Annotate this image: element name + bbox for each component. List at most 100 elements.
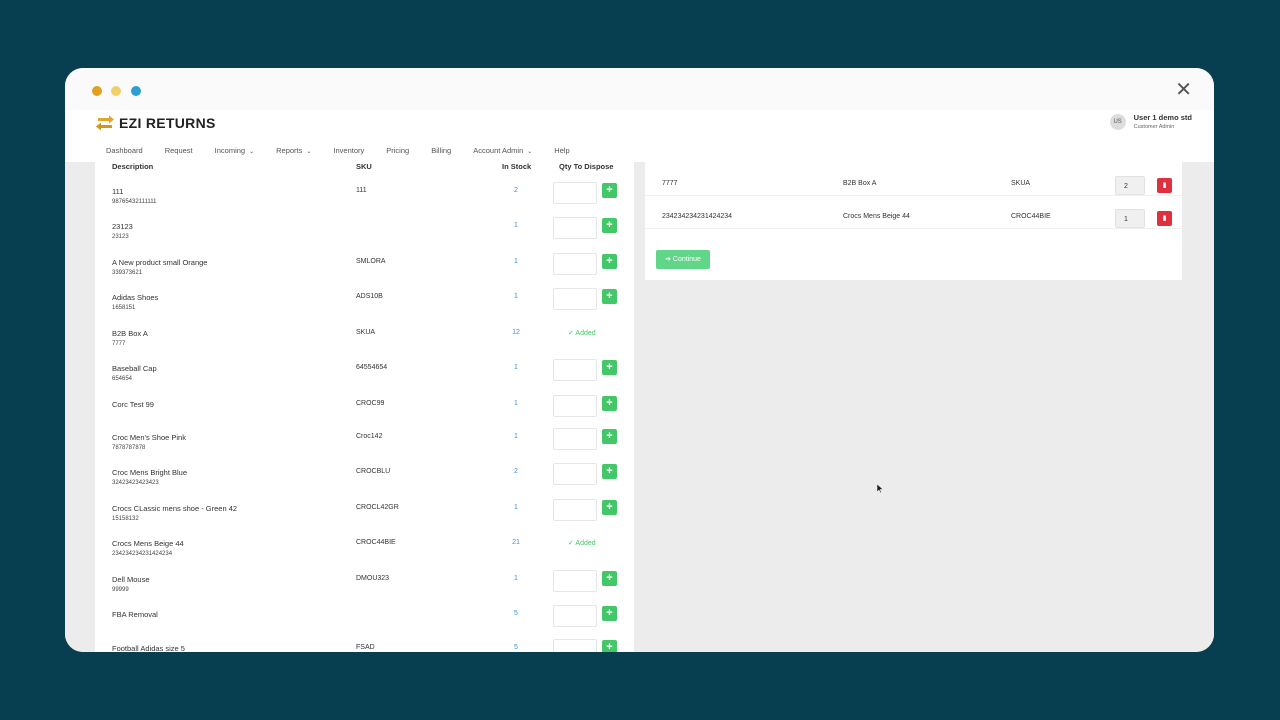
- product-code: 23123: [112, 234, 129, 240]
- add-item-button[interactable]: +: [602, 500, 617, 515]
- qty-to-dispose-input[interactable]: [553, 182, 597, 204]
- trash-icon: ▮: [1162, 215, 1167, 222]
- in-stock-count[interactable]: 1: [505, 293, 527, 300]
- selected-item-code: 234234234231424234: [662, 213, 733, 220]
- nav-item-label: Reports: [276, 146, 303, 155]
- product-code: 7878787878: [112, 445, 146, 451]
- qty-to-dispose-input[interactable]: [553, 428, 597, 450]
- avatar: US: [1109, 113, 1126, 130]
- product-sku: SMLORA: [356, 258, 386, 265]
- in-stock-count[interactable]: 1: [505, 364, 527, 371]
- selected-item-sku: SKUA: [1011, 180, 1031, 187]
- user-role: Customer Admin: [1133, 124, 1175, 130]
- product-code: 99999: [112, 587, 129, 593]
- in-stock-count[interactable]: 1: [505, 222, 527, 229]
- in-stock-count[interactable]: 5: [505, 610, 527, 617]
- in-stock-count[interactable]: 1: [505, 504, 527, 511]
- product-sku: CROC99: [356, 400, 385, 407]
- add-item-button[interactable]: +: [602, 289, 617, 304]
- product-sku: CROCBLU: [356, 468, 391, 475]
- in-stock-count[interactable]: 2: [505, 468, 527, 475]
- logo[interactable]: EZI RETURNS: [95, 115, 216, 131]
- nav-item-label: Incoming: [214, 146, 246, 155]
- window-minimize-dot[interactable]: [111, 86, 121, 96]
- add-item-button[interactable]: +: [602, 464, 617, 479]
- delete-item-button[interactable]: ▮: [1157, 178, 1172, 193]
- product-sku: 111: [356, 187, 367, 194]
- product-description: 111: [112, 187, 124, 196]
- delete-item-button[interactable]: ▮: [1157, 211, 1172, 226]
- product-code: 234234234231424234: [112, 551, 173, 557]
- qty-to-dispose-input[interactable]: [553, 570, 597, 592]
- in-stock-count[interactable]: 12: [505, 329, 527, 336]
- table-row: Crocs Mens Beige 44 234234234231424234 CRO…: [95, 539, 634, 574]
- product-description: Corc Test 99: [112, 400, 154, 409]
- qty-to-dispose-input[interactable]: [553, 253, 597, 275]
- in-stock-count[interactable]: 1: [505, 433, 527, 440]
- user-name: User 1 demo std: [1133, 113, 1192, 122]
- in-stock-count[interactable]: 21: [505, 539, 527, 546]
- add-item-button[interactable]: +: [602, 254, 617, 269]
- window-maximize-dot[interactable]: [131, 86, 141, 96]
- nav-item-label: Account Admin: [473, 146, 524, 155]
- in-stock-count[interactable]: 1: [505, 400, 527, 407]
- added-status: ✓ Added: [568, 540, 596, 547]
- nav-item-label: Request: [164, 146, 193, 155]
- in-stock-count[interactable]: 1: [505, 575, 527, 582]
- qty-to-dispose-input[interactable]: [553, 359, 597, 381]
- product-sku: CROC44BIE: [356, 539, 396, 546]
- qty-to-dispose-input[interactable]: [553, 217, 597, 239]
- window-close-dot[interactable]: [92, 86, 102, 96]
- product-description: Crocs Mens Beige 44: [112, 539, 184, 548]
- in-stock-count[interactable]: 5: [505, 644, 527, 651]
- product-description: Croc Mens Bright Blue: [112, 468, 188, 477]
- nav-item-account-admin[interactable]: Account Admin ⌄: [473, 146, 532, 155]
- add-item-button[interactable]: +: [602, 183, 617, 198]
- chevron-down-icon: ⌄: [306, 149, 312, 155]
- product-sku: Croc142: [356, 433, 383, 440]
- add-item-button[interactable]: +: [602, 606, 617, 621]
- nav-item-inventory[interactable]: Inventory: [333, 146, 364, 155]
- nav-item-pricing[interactable]: Pricing: [386, 146, 409, 155]
- add-item-button[interactable]: +: [602, 571, 617, 586]
- table-row: Baseball Cap 654654 64554654 1 +: [95, 359, 634, 399]
- add-item-button[interactable]: +: [602, 640, 617, 652]
- nav-item-billing[interactable]: Billing: [431, 146, 451, 155]
- product-code: 1658151: [112, 305, 136, 311]
- selected-item-sku: CROC44BIE: [1011, 213, 1051, 220]
- nav-item-help[interactable]: Help: [554, 146, 569, 155]
- selected-item-description: B2B Box A: [843, 180, 877, 187]
- add-item-button[interactable]: +: [602, 218, 617, 233]
- qty-to-dispose-input[interactable]: [553, 395, 597, 417]
- product-code: 32423423423423: [112, 480, 159, 486]
- qty-to-dispose-input[interactable]: [553, 463, 597, 485]
- continue-button[interactable]: ➜ Continue: [656, 250, 710, 269]
- in-stock-count[interactable]: 2: [505, 187, 527, 194]
- qty-to-dispose-input[interactable]: [553, 288, 597, 310]
- selected-item-qty-input[interactable]: 2: [1115, 176, 1145, 195]
- add-item-button[interactable]: +: [602, 396, 617, 411]
- nav-item-dashboard[interactable]: Dashboard: [106, 146, 143, 155]
- qty-to-dispose-input[interactable]: [553, 499, 597, 521]
- trash-icon: ▮: [1162, 182, 1167, 189]
- nav-item-incoming[interactable]: Incoming ⌄: [215, 146, 254, 155]
- app-name: EZI RETURNS: [119, 115, 216, 131]
- user-menu[interactable]: US User 1 demo std Customer Admin: [1109, 113, 1192, 130]
- product-code: 7777: [112, 341, 126, 347]
- add-item-button[interactable]: +: [602, 429, 617, 444]
- mouse-cursor-icon: [877, 484, 884, 493]
- in-stock-count[interactable]: 1: [505, 258, 527, 265]
- table-row: Football Adidas size 5 FSAD 5 +: [95, 639, 634, 652]
- product-description: Croc Men's Shoe Pink: [112, 433, 186, 442]
- qty-to-dispose-input[interactable]: [553, 605, 597, 627]
- product-code: 98765432111111: [112, 199, 157, 205]
- add-item-button[interactable]: +: [602, 360, 617, 375]
- product-description: Adidas Shoes: [112, 293, 159, 302]
- selected-item-qty-input[interactable]: 1: [1115, 209, 1145, 228]
- chevron-down-icon: ⌄: [527, 149, 533, 155]
- nav-item-request[interactable]: Request: [165, 146, 193, 155]
- nav-item-reports[interactable]: Reports ⌄: [276, 146, 311, 155]
- product-sku: FSAD: [356, 644, 375, 651]
- close-icon[interactable]: ✕: [1175, 80, 1192, 100]
- qty-to-dispose-input[interactable]: [553, 639, 597, 652]
